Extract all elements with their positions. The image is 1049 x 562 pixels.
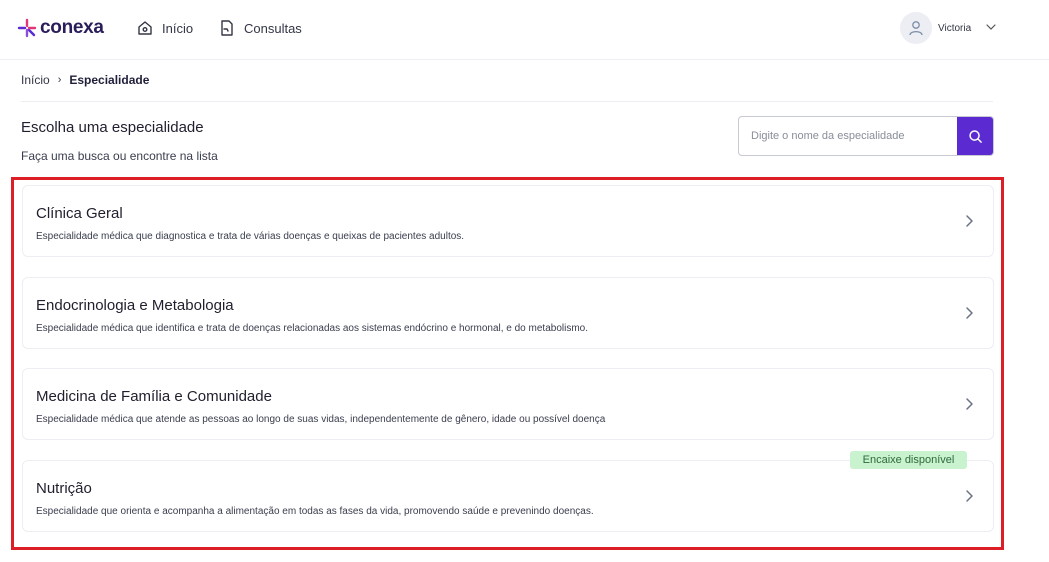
chevron-right-icon [966,490,973,502]
specialty-description: Especialidade médica que diagnostica e t… [36,231,465,242]
page-subtitle: Faça uma busca ou encontre na lista [21,149,218,163]
avatar [900,12,932,44]
chevron-right-icon [966,398,973,410]
nav-consultas[interactable]: Consultas [218,18,302,38]
search-icon [968,129,982,143]
conexa-logo-icon [17,18,37,38]
specialty-title: Clínica Geral [36,205,123,222]
specialty-description: Especialidade médica que identifica e tr… [36,323,588,334]
nav-inicio-label: Início [162,20,194,36]
user-menu[interactable]: Victoria [900,12,996,44]
breadcrumb-inicio[interactable]: Início [21,73,50,87]
page-title: Escolha uma especialidade [21,119,204,136]
specialty-title: Medicina de Família e Comunidade [36,388,272,405]
specialty-card-medicina-familia[interactable]: Medicina de Família e Comunidade Especia… [22,368,994,440]
specialty-description: Especialidade médica que atende as pesso… [36,414,606,425]
specialty-description: Especialidade que orienta e acompanha a … [36,506,594,517]
specialty-card-nutricao[interactable]: Nutrição Especialidade que orienta e aco… [22,460,994,532]
search-box [738,116,994,156]
search-input[interactable] [739,117,957,155]
breadcrumb-current: Especialidade [69,73,150,87]
user-icon [909,21,923,36]
availability-badge: Encaixe disponível [850,451,967,469]
top-header: conexa Início Consultas Victoria [0,0,1049,60]
nav-inicio[interactable]: Início [136,18,193,38]
divider [21,101,993,102]
user-name: Victoria [938,22,972,34]
home-icon [138,21,152,35]
breadcrumb-separator-icon: › [57,74,62,86]
chevron-down-icon[interactable] [985,21,997,33]
nav-consultas-label: Consultas [244,20,302,36]
chevron-right-icon [966,215,973,227]
search-button[interactable] [957,117,993,155]
specialty-card-clinica-geral[interactable]: Clínica Geral Especialidade médica que d… [22,185,994,257]
specialty-title: Nutrição [36,480,92,497]
brand-logo[interactable]: conexa [17,17,104,39]
breadcrumb: Início › Especialidade [21,73,149,87]
specialty-card-endocrinologia[interactable]: Endocrinologia e Metabologia Especialida… [22,277,994,349]
brand-name: conexa [40,17,104,38]
document-icon [221,20,233,36]
specialty-title: Endocrinologia e Metabologia [36,297,234,314]
chevron-right-icon [966,307,973,319]
